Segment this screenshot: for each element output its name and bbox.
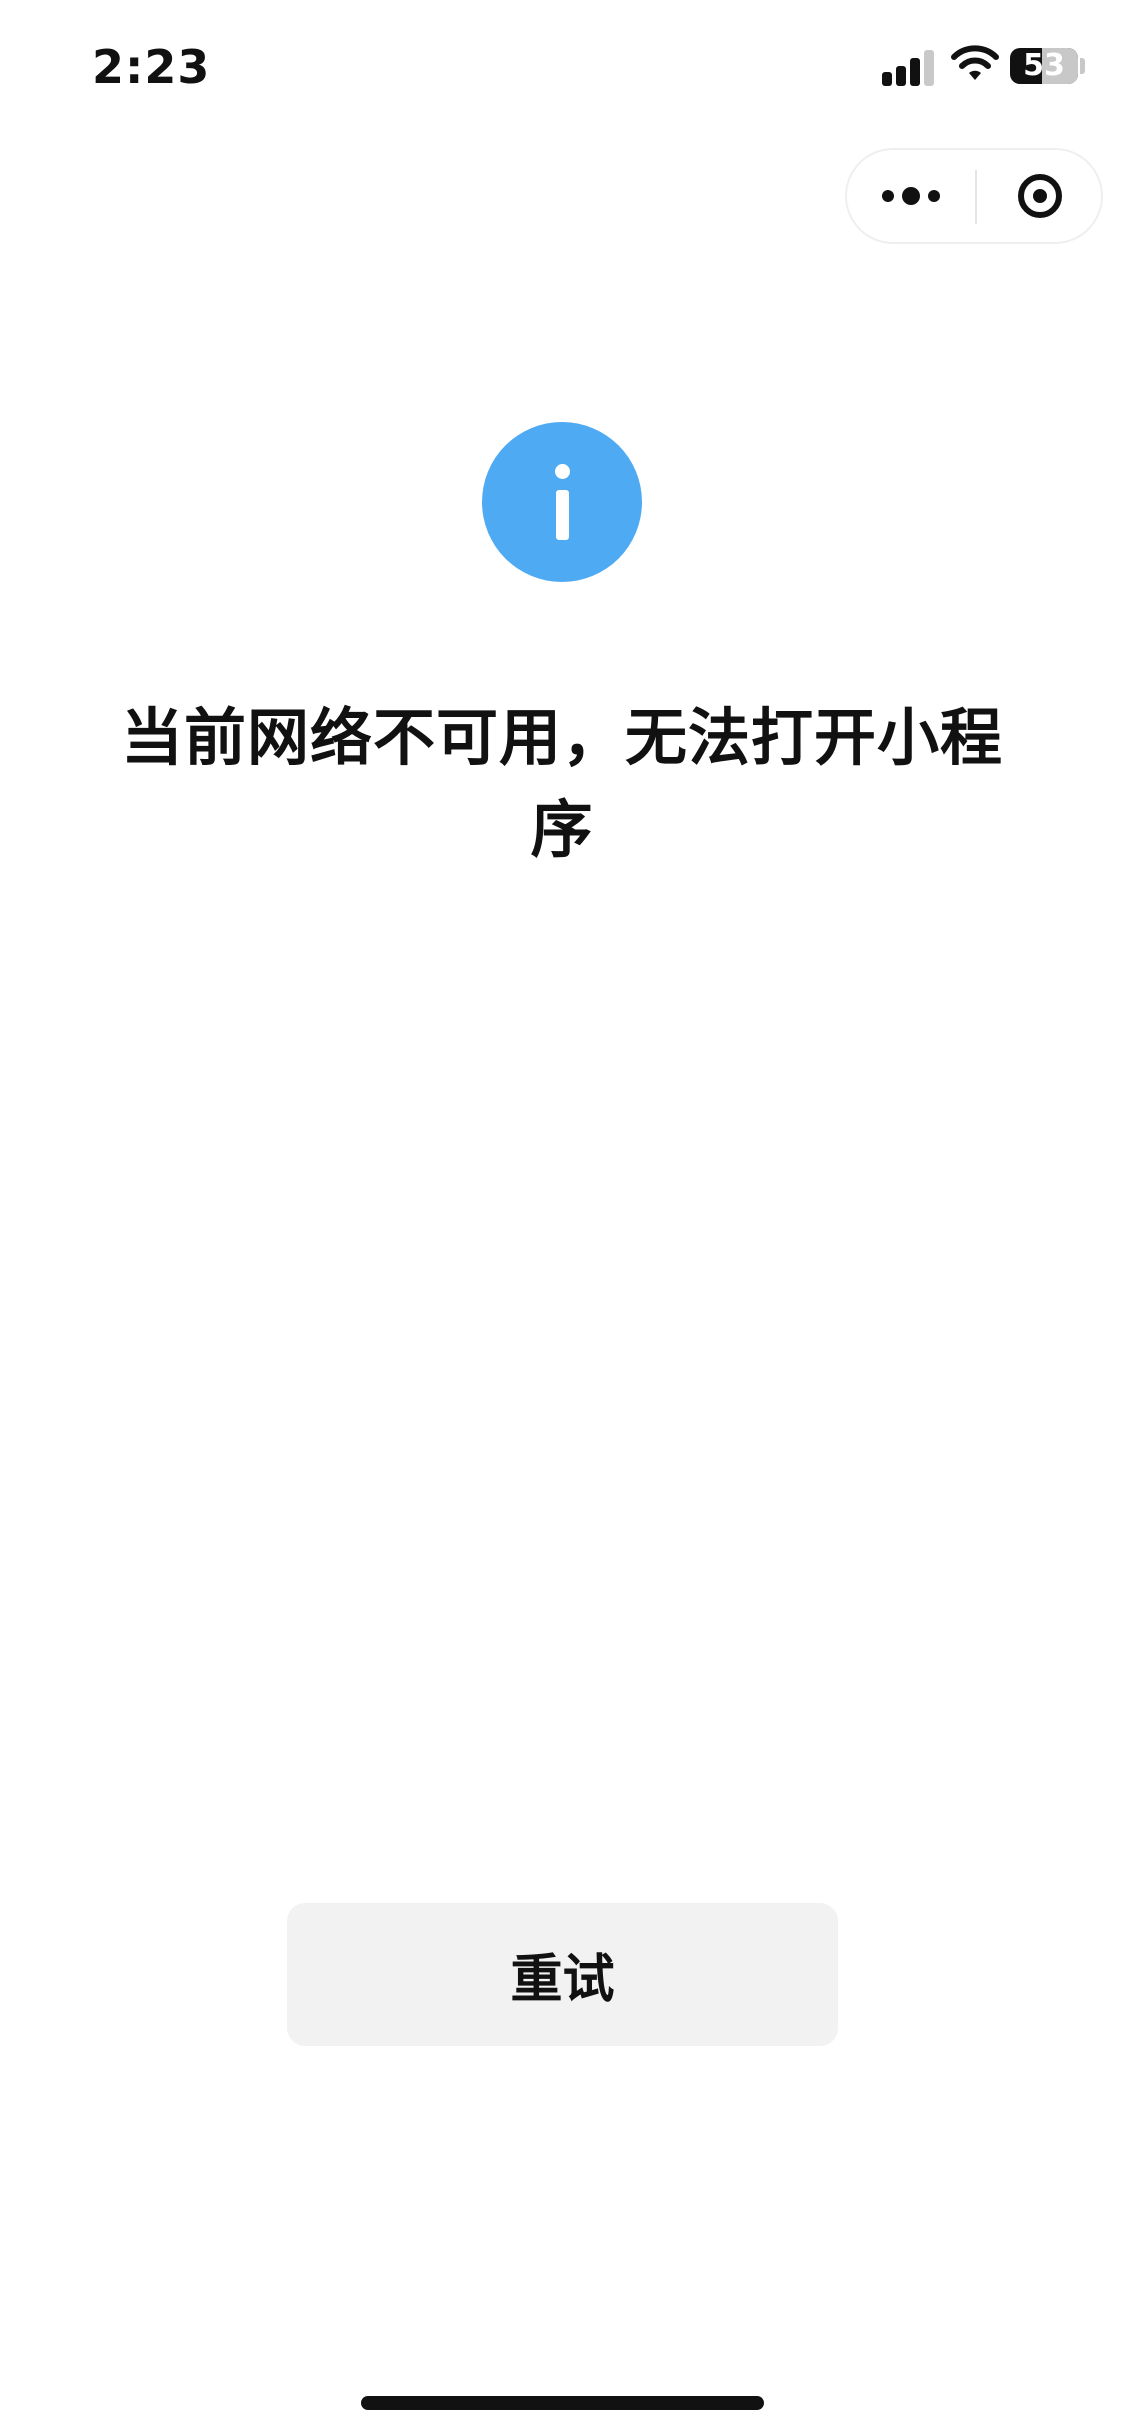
more-button[interactable] — [847, 150, 975, 242]
retry-button[interactable]: 重试 — [287, 1903, 838, 2046]
close-target-icon — [1018, 174, 1062, 218]
battery-level: 53 — [1023, 48, 1065, 83]
info-icon — [482, 422, 642, 582]
battery-icon: 53 — [1010, 48, 1078, 84]
mini-program-capsule — [845, 148, 1103, 244]
wifi-icon — [951, 45, 999, 80]
cellular-signal-icon — [882, 50, 936, 86]
error-message: 当前网络不可用，无法打开小程序 — [120, 701, 1003, 866]
home-indicator[interactable] — [361, 2396, 764, 2410]
close-button[interactable] — [977, 150, 1103, 242]
status-time: 2:23 — [92, 40, 211, 94]
battery-tip — [1080, 58, 1085, 74]
more-dots-icon — [882, 187, 940, 205]
